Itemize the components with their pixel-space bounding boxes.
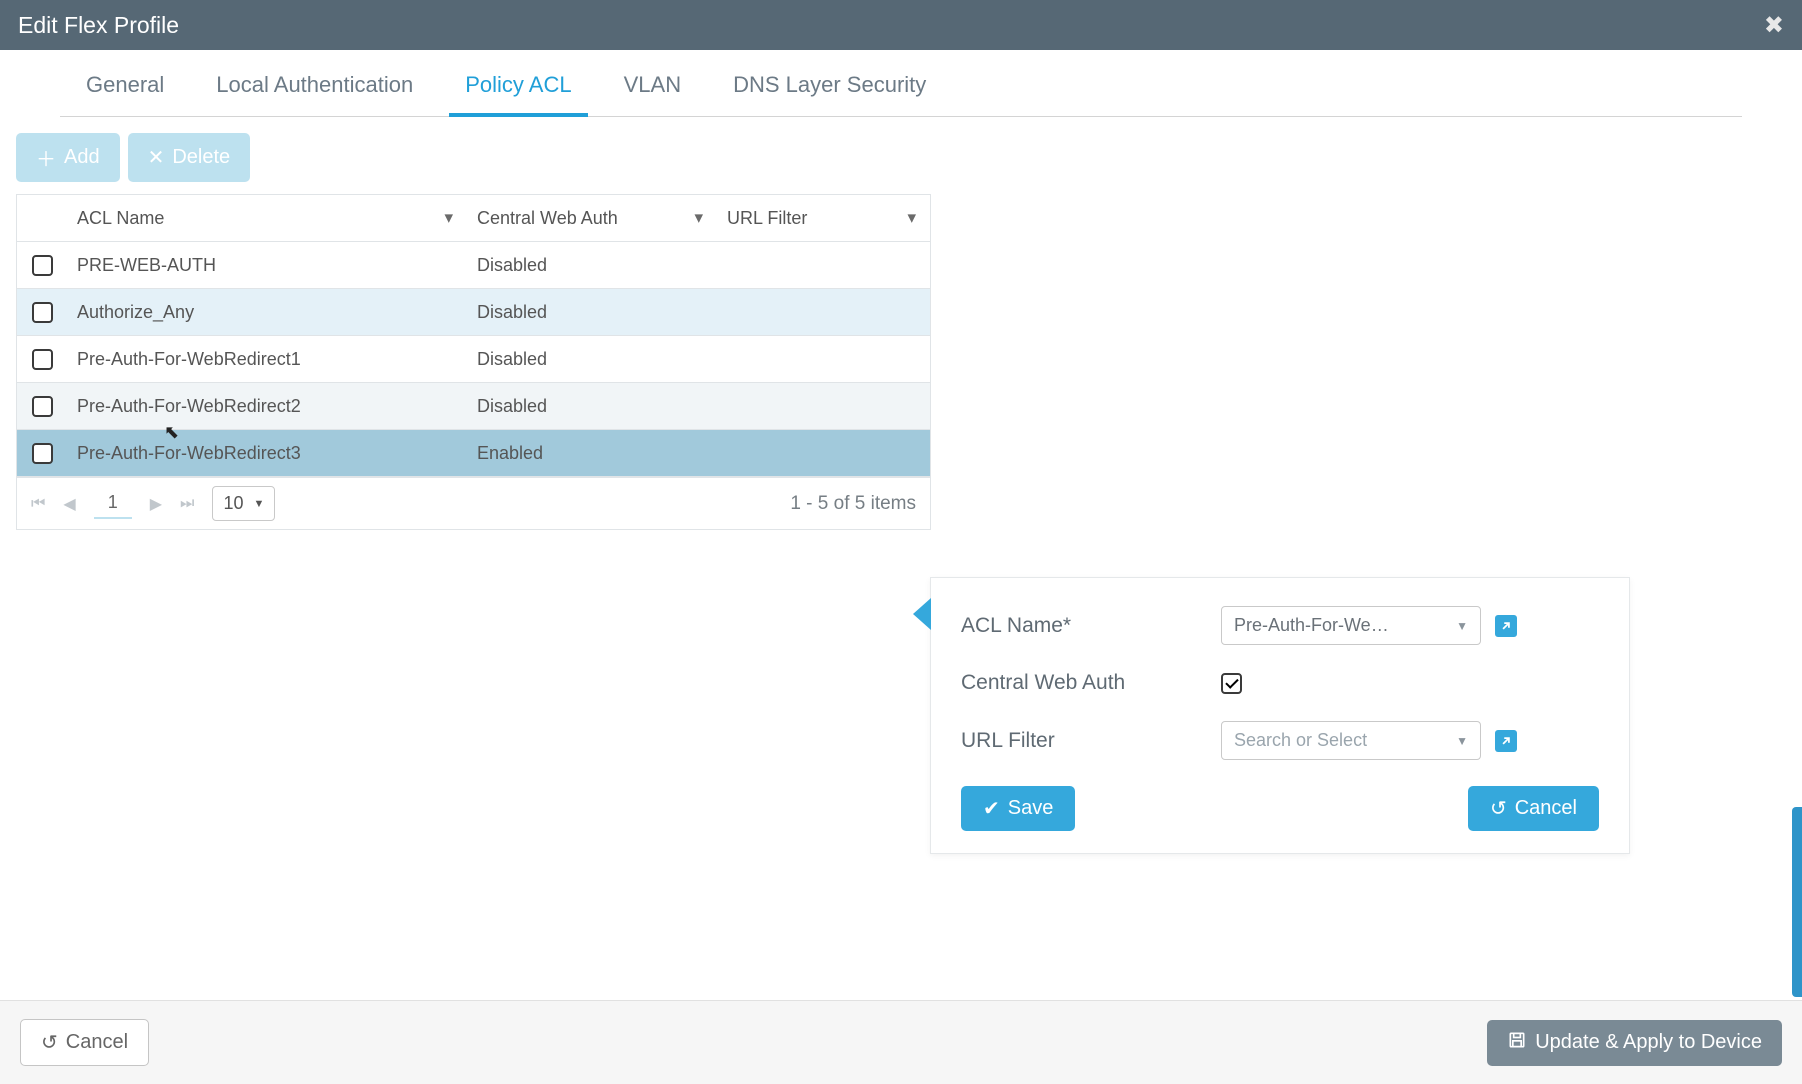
page-last-icon[interactable]: ⏭ <box>180 495 194 513</box>
tab-policy-acl[interactable]: Policy ACL <box>439 50 597 116</box>
cell-cwa: Disabled <box>467 396 717 417</box>
page-first-icon[interactable]: ⏮ <box>31 495 45 513</box>
acl-name-select[interactable]: Pre-Auth-For-We… ▼ <box>1221 606 1481 645</box>
dialog-footer: ↺ Cancel Update & Apply to Device <box>0 1000 1802 1084</box>
grid-header: ACL Name ▾ Central Web Auth ▾ URL Filter… <box>17 195 930 242</box>
cell-cwa: Disabled <box>467 255 717 276</box>
grid-toolbar: ＋ Add ✕ Delete <box>16 133 931 182</box>
row-checkbox[interactable] <box>17 302 67 323</box>
cell-cwa: Enabled <box>467 443 717 464</box>
row-checkbox[interactable] <box>17 255 67 276</box>
page-next-icon[interactable]: ▶ <box>150 494 162 514</box>
filter-icon[interactable]: ▾ <box>444 208 453 228</box>
cell-acl-name: Pre-Auth-For-WebRedirect1 <box>67 349 467 370</box>
cwa-checkbox[interactable] <box>1221 673 1242 694</box>
table-row[interactable]: Pre-Auth-For-WebRedirect3Enabled <box>17 430 930 477</box>
footer-cancel-button[interactable]: ↺ Cancel <box>20 1019 149 1066</box>
save-icon <box>1507 1030 1527 1056</box>
data-grid: ACL Name ▾ Central Web Auth ▾ URL Filter… <box>16 194 931 530</box>
undo-icon: ↺ <box>1490 796 1507 821</box>
chevron-down-icon: ▼ <box>1456 734 1468 748</box>
chevron-down-icon: ▼ <box>1456 619 1468 633</box>
dialog-titlebar: Edit Flex Profile ✖ <box>0 0 1802 50</box>
edit-form: ACL Name* Pre-Auth-For-We… ▼ Central Web… <box>930 577 1630 854</box>
grid-pager: ⏮ ◀ 1 ▶ ⏭ 10 ▼ 1 - 5 of 5 items <box>17 477 930 529</box>
cwa-label: Central Web Auth <box>961 671 1221 695</box>
tab-vlan[interactable]: VLAN <box>598 50 707 116</box>
row-checkbox[interactable] <box>17 443 67 464</box>
page-size-select[interactable]: 10 ▼ <box>212 486 275 521</box>
page-indicator: 1 <box>94 488 132 519</box>
plus-icon: ＋ <box>36 143 56 172</box>
cell-acl-name: Pre-Auth-For-WebRedirect2 <box>67 396 467 417</box>
header-url[interactable]: URL Filter ▾ <box>717 208 930 229</box>
add-button[interactable]: ＋ Add <box>16 133 120 182</box>
chevron-down-icon: ▼ <box>253 498 264 510</box>
cell-acl-name: PRE-WEB-AUTH <box>67 255 467 276</box>
table-row[interactable]: Authorize_AnyDisabled <box>17 289 930 336</box>
table-row[interactable]: Pre-Auth-For-WebRedirect1Disabled <box>17 336 930 383</box>
acl-name-label: ACL Name* <box>961 614 1221 638</box>
page-prev-icon[interactable]: ◀ <box>63 494 75 514</box>
dialog-title: Edit Flex Profile <box>18 12 179 39</box>
external-link-icon[interactable] <box>1495 615 1517 637</box>
external-link-icon[interactable] <box>1495 730 1517 752</box>
url-filter-select[interactable]: Search or Select ▼ <box>1221 721 1481 760</box>
header-cwa[interactable]: Central Web Auth ▾ <box>467 208 717 229</box>
content-area: ＋ Add ✕ Delete ACL Name ▾ Central Web Au… <box>0 117 1802 1000</box>
table-row[interactable]: PRE-WEB-AUTHDisabled <box>17 242 930 289</box>
cell-acl-name: Pre-Auth-For-WebRedirect3 <box>67 443 467 464</box>
row-checkbox[interactable] <box>17 396 67 417</box>
filter-icon[interactable]: ▾ <box>907 208 916 228</box>
tab-bar: General Local Authentication Policy ACL … <box>60 50 1742 117</box>
cell-cwa: Disabled <box>467 302 717 323</box>
cell-cwa: Disabled <box>467 349 717 370</box>
scrollbar-thumb[interactable] <box>1792 807 1802 997</box>
pager-summary: 1 - 5 of 5 items <box>790 493 916 515</box>
url-filter-label: URL Filter <box>961 729 1221 753</box>
table-row[interactable]: Pre-Auth-For-WebRedirect2Disabled <box>17 383 930 430</box>
check-icon: ✔ <box>983 796 1000 821</box>
grid-area: ＋ Add ✕ Delete ACL Name ▾ Central Web Au… <box>16 133 931 530</box>
cell-acl-name: Authorize_Any <box>67 302 467 323</box>
tab-dns[interactable]: DNS Layer Security <box>707 50 952 116</box>
tab-general[interactable]: General <box>60 50 190 116</box>
header-acl-name[interactable]: ACL Name ▾ <box>67 208 467 229</box>
cancel-button[interactable]: ↺ Cancel <box>1468 786 1599 831</box>
undo-icon: ↺ <box>41 1030 58 1055</box>
apply-button[interactable]: Update & Apply to Device <box>1487 1020 1782 1066</box>
filter-icon[interactable]: ▾ <box>694 208 703 228</box>
save-button[interactable]: ✔ Save <box>961 786 1075 831</box>
form-actions: ✔ Save ↺ Cancel <box>961 786 1599 831</box>
x-icon: ✕ <box>148 145 165 170</box>
close-icon[interactable]: ✖ <box>1764 11 1784 40</box>
tab-local-auth[interactable]: Local Authentication <box>190 50 439 116</box>
row-checkbox[interactable] <box>17 349 67 370</box>
delete-button[interactable]: ✕ Delete <box>128 133 251 182</box>
